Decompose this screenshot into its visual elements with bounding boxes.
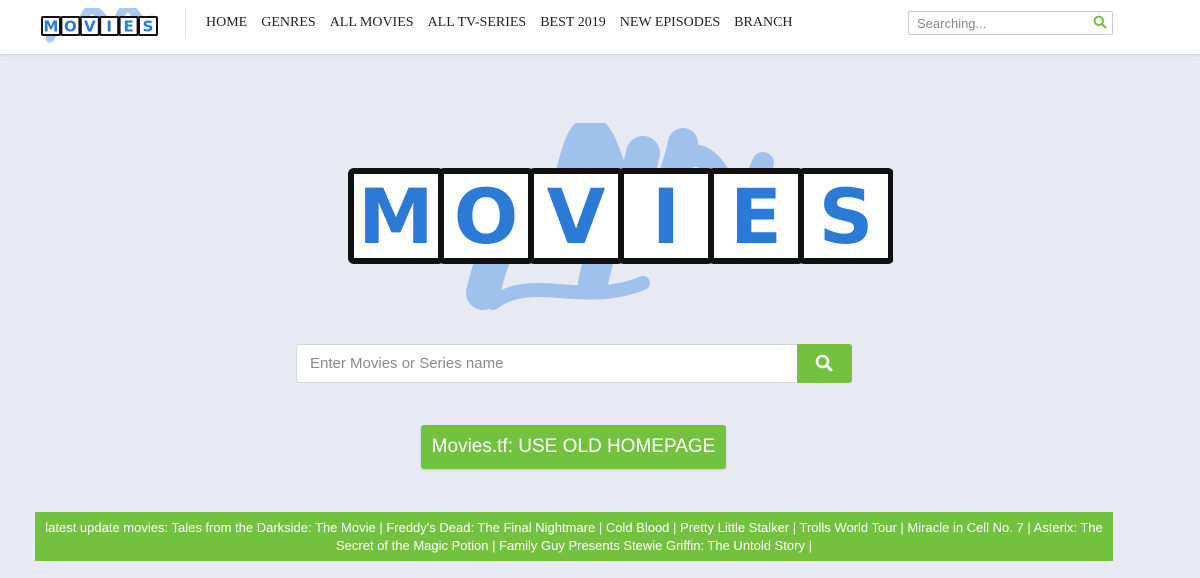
latest-updates-list: Tales from the Darkside: The Movie | Fre… [171,520,1103,553]
main-search-button[interactable] [797,344,852,383]
logo-letter: S [819,172,874,261]
header-search-input[interactable] [909,12,1089,34]
nav-item-best-2019[interactable]: BEST 2019 [540,15,605,31]
small-logo-letters: MOVIES [41,16,158,36]
old-homepage-button[interactable]: Movies.tf: USE OLD HOMEPAGE [421,425,726,469]
latest-update-link[interactable]: Freddy's Dead: The Final Nightmare [386,520,595,535]
logo-letter: O [64,17,77,35]
logo-letter: S [143,17,154,35]
top-navigation-bar: MOVIES HOME GENRES ALL MOVIES ALL TV-SER… [0,0,1200,54]
main-search-bar [296,344,852,383]
nav-item-all-movies[interactable]: ALL MOVIES [330,15,414,31]
latest-update-link[interactable]: Family Guy Presents Stewie Griffin: The … [499,538,805,553]
header-search [908,11,1113,35]
logo-letter: M [358,172,434,261]
main-search-input[interactable] [296,344,797,383]
latest-update-link[interactable]: Cold Blood [606,520,670,535]
logo-letter: I [652,172,680,261]
search-icon [815,354,833,372]
logo-letter: E [123,17,133,35]
logo-letter: M [44,17,59,35]
nav-item-all-tv-series[interactable]: ALL TV-SERIES [428,15,527,31]
hero-logo-letters: MOVIES [348,168,893,264]
latest-update-link[interactable]: Trolls World Tour [800,520,897,535]
latest-updates-bar: latest update movies: Tales from the Dar… [35,512,1113,561]
logo-letter: I [106,17,112,35]
latest-update-link[interactable]: Pretty Little Stalker [680,520,789,535]
logo-letter: O [454,172,519,261]
latest-updates-prefix: latest update movies: [45,520,172,535]
logo-letter: E [730,172,782,261]
site-logo[interactable]: MOVIES [40,8,160,48]
latest-update-link[interactable]: Tales from the Darkside: The Movie [171,520,375,535]
logo-letter: V [547,172,606,261]
main-nav: HOME GENRES ALL MOVIES ALL TV-SERIES BES… [206,0,807,46]
logo-letter: V [84,17,96,35]
search-icon[interactable] [1093,15,1107,29]
logo-divider [185,8,186,38]
latest-update-link[interactable]: Miracle in Cell No. 7 [907,520,1023,535]
hero-logo: MOVIES [348,123,893,310]
nav-item-genres[interactable]: GENRES [261,15,315,31]
nav-item-branch[interactable]: BRANCH [734,15,792,31]
nav-item-new-episodes[interactable]: NEW EPISODES [620,15,720,31]
nav-item-home[interactable]: HOME [206,15,247,31]
